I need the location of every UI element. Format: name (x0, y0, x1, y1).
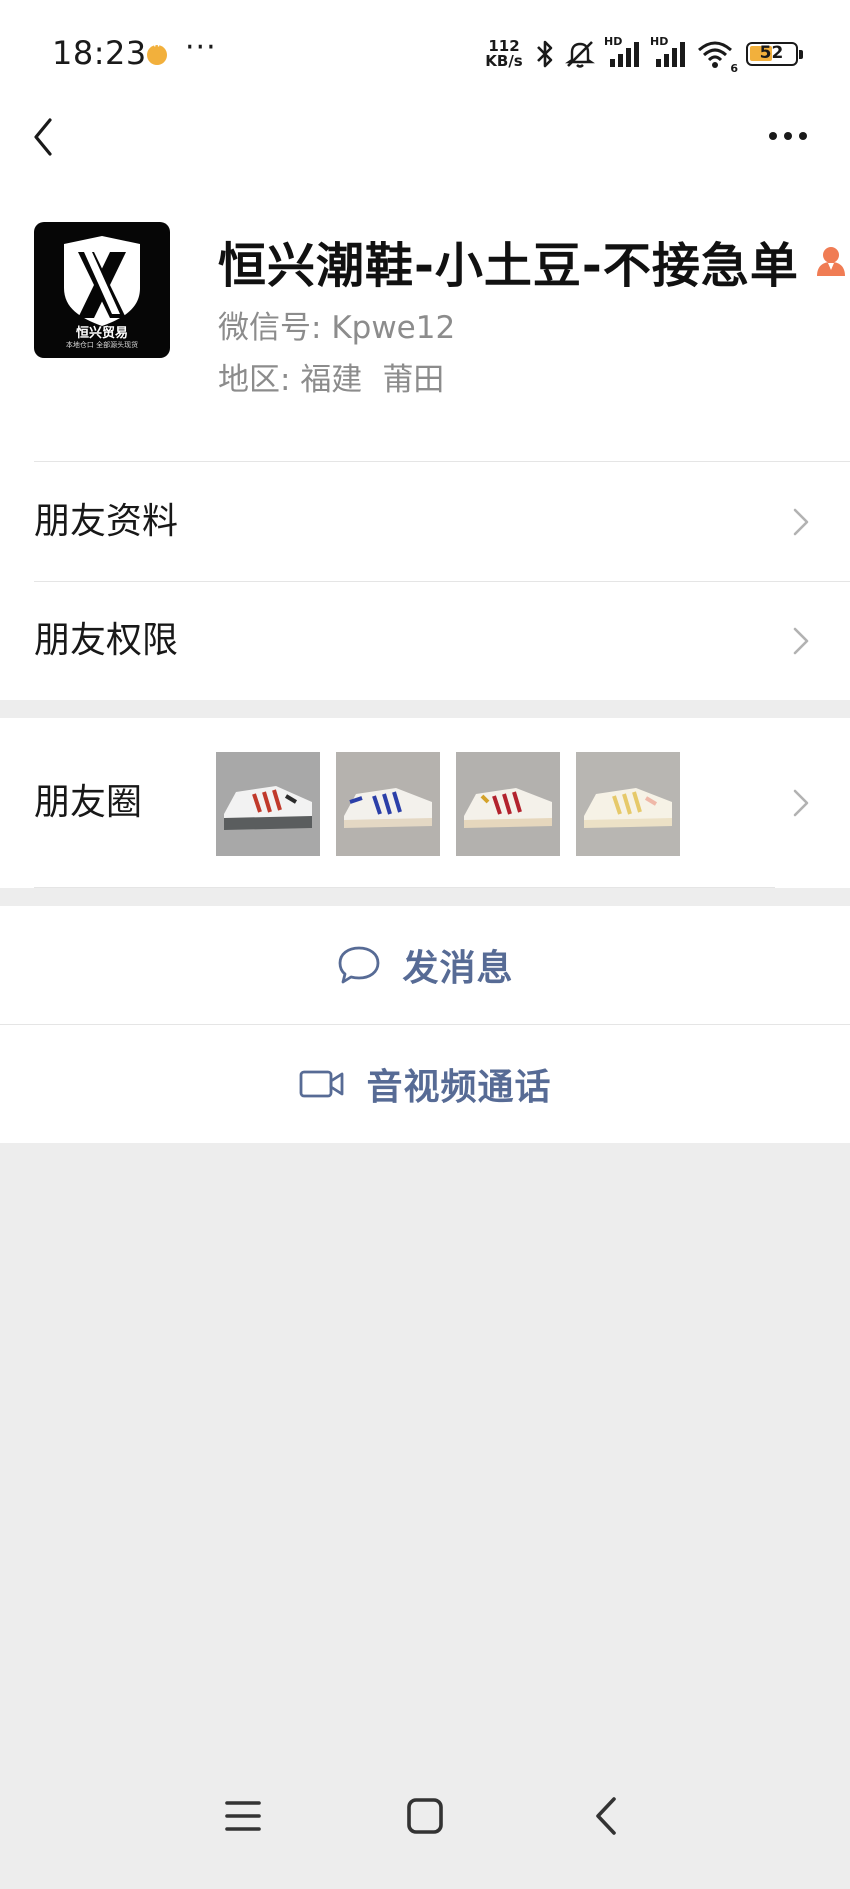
signal-bars-icon (656, 42, 685, 67)
person-tag-icon (816, 247, 845, 276)
signal-2: HD (650, 35, 688, 69)
moments-label: 朋友圈 (34, 782, 143, 823)
friend-permissions-row[interactable]: 朋友权限 (0, 582, 850, 700)
network-speed-unit: KB/s (485, 52, 523, 70)
moments-thumbnail[interactable] (576, 752, 680, 856)
region-city: 莆田 (382, 362, 445, 398)
status-indicators: 112 KB/s HD HD 6 52 (482, 35, 803, 75)
status-bar: 18:23 ··· 112 KB/s HD (0, 0, 850, 110)
region-line: 地区: 福建 莆田 (218, 354, 444, 399)
friend-info-row[interactable]: 朋友资料 (0, 463, 850, 581)
status-more: ··· (185, 30, 217, 65)
sneaker-image (576, 752, 680, 856)
battery-level: 52 (759, 43, 784, 63)
friend-permissions-label: 朋友权限 (34, 620, 179, 661)
send-message-button[interactable]: 发消息 (0, 906, 850, 1024)
region-label: 地区: (218, 362, 291, 398)
more-dots-icon[interactable] (768, 128, 808, 144)
wifi: 6 (696, 39, 738, 75)
signal-1: HD (604, 35, 642, 69)
home-square-icon[interactable] (400, 1791, 450, 1841)
profile-name-row: 恒兴潮鞋-小土豆-不接急单 (218, 226, 847, 296)
moments-row[interactable]: 朋友圈 (0, 718, 850, 888)
divider (34, 461, 850, 462)
moments-thumbnail[interactable] (216, 752, 320, 856)
network-speed: 112 KB/s (482, 39, 526, 69)
bluetooth-icon (537, 40, 553, 68)
moments-thumbnail[interactable] (456, 752, 560, 856)
send-message-label: 发消息 (402, 948, 514, 989)
section-gap (0, 888, 850, 906)
avatar[interactable]: 恒兴贸易 本地仓口 全部源头现货 (34, 222, 170, 358)
battery-icon: 52 (746, 42, 803, 66)
contact-profile-page: 18:23 ··· 112 KB/s HD (0, 0, 850, 1889)
moments-thumbnail[interactable] (336, 752, 440, 856)
mute-bell-icon (565, 41, 595, 68)
menu-lines-icon[interactable] (218, 1791, 268, 1841)
wifi-icon (698, 41, 732, 68)
region-province: 福建 (300, 362, 363, 398)
chat-bubble-icon (339, 946, 380, 984)
sneaker-image (456, 752, 560, 856)
sneaker-image (216, 752, 320, 856)
avatar-logo-subtitle: 本地仓口 全部源头现货 (65, 341, 139, 349)
video-camera-icon (300, 1070, 344, 1098)
signal-bars-icon (610, 42, 639, 67)
back-chevron-icon[interactable] (26, 114, 62, 160)
sneaker-image (336, 752, 440, 856)
friend-info-label: 朋友资料 (34, 501, 179, 542)
profile-name: 恒兴潮鞋-小土豆-不接急单 (218, 238, 799, 294)
back-triangle-icon[interactable] (582, 1791, 632, 1841)
chevron-right-icon (793, 627, 809, 655)
video-call-button[interactable]: 音视频通话 (0, 1025, 850, 1143)
chevron-right-icon (793, 508, 809, 536)
system-nav-bar (0, 1769, 850, 1889)
wechat-id-value: Kpwe12 (331, 310, 456, 346)
wechat-id-label: 微信号: (218, 310, 322, 346)
app-notification-icon (147, 39, 167, 65)
wifi-sub-label: 6 (730, 62, 738, 75)
wechat-id-line: 微信号: Kpwe12 (218, 302, 455, 347)
avatar-logo-title: 恒兴贸易 (75, 326, 128, 341)
status-time: 18:23 (52, 34, 147, 72)
chevron-right-icon (793, 789, 809, 817)
video-call-label: 音视频通话 (366, 1067, 552, 1108)
section-gap (0, 700, 850, 718)
